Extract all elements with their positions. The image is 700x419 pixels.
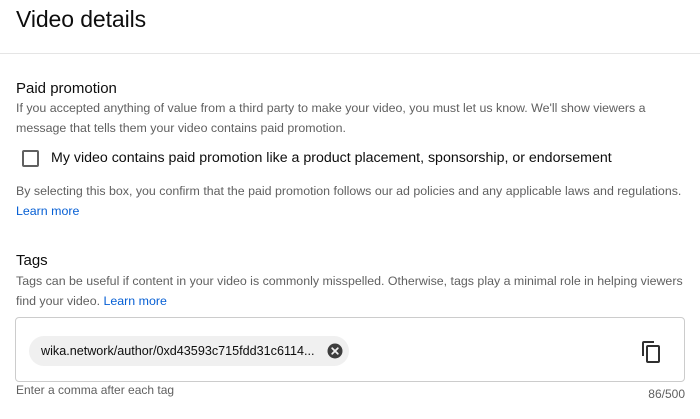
tag-chip-label: wika.network/author/0xd43593c715fdd31c61… — [41, 344, 315, 358]
page-title: Video details — [16, 6, 146, 32]
tags-description: Tags can be useful if content in your vi… — [16, 271, 688, 311]
paid-promotion-description-text: If you accepted anything of value from a… — [16, 101, 646, 135]
paid-promotion-description: If you accepted anything of value from a… — [16, 98, 688, 138]
paid-promotion-confirm: By selecting this box, you confirm that … — [16, 181, 688, 221]
paid-promotion-learn-more-link[interactable]: Learn more — [16, 204, 79, 218]
tags-counter: 86/500 — [648, 387, 685, 401]
paid-promotion-title: Paid promotion — [16, 80, 117, 97]
paid-promotion-checkbox[interactable] — [22, 149, 39, 167]
page-header: Video details — [0, 0, 700, 54]
paid-promotion-checkbox-row[interactable]: My video contains paid promotion like a … — [22, 149, 612, 167]
tags-input[interactable]: wika.network/author/0xd43593c715fdd31c61… — [15, 317, 685, 382]
paid-promotion-confirm-text: By selecting this box, you confirm that … — [16, 184, 682, 198]
copy-icon[interactable] — [640, 340, 662, 364]
tags-title: Tags — [16, 252, 48, 269]
tag-chip[interactable]: wika.network/author/0xd43593c715fdd31c61… — [29, 336, 349, 366]
tags-learn-more-link[interactable]: Learn more — [103, 294, 166, 308]
tags-hint: Enter a comma after each tag — [16, 383, 175, 397]
close-circle-icon[interactable] — [327, 343, 343, 359]
paid-promotion-checkbox-label[interactable]: My video contains paid promotion like a … — [51, 150, 612, 166]
